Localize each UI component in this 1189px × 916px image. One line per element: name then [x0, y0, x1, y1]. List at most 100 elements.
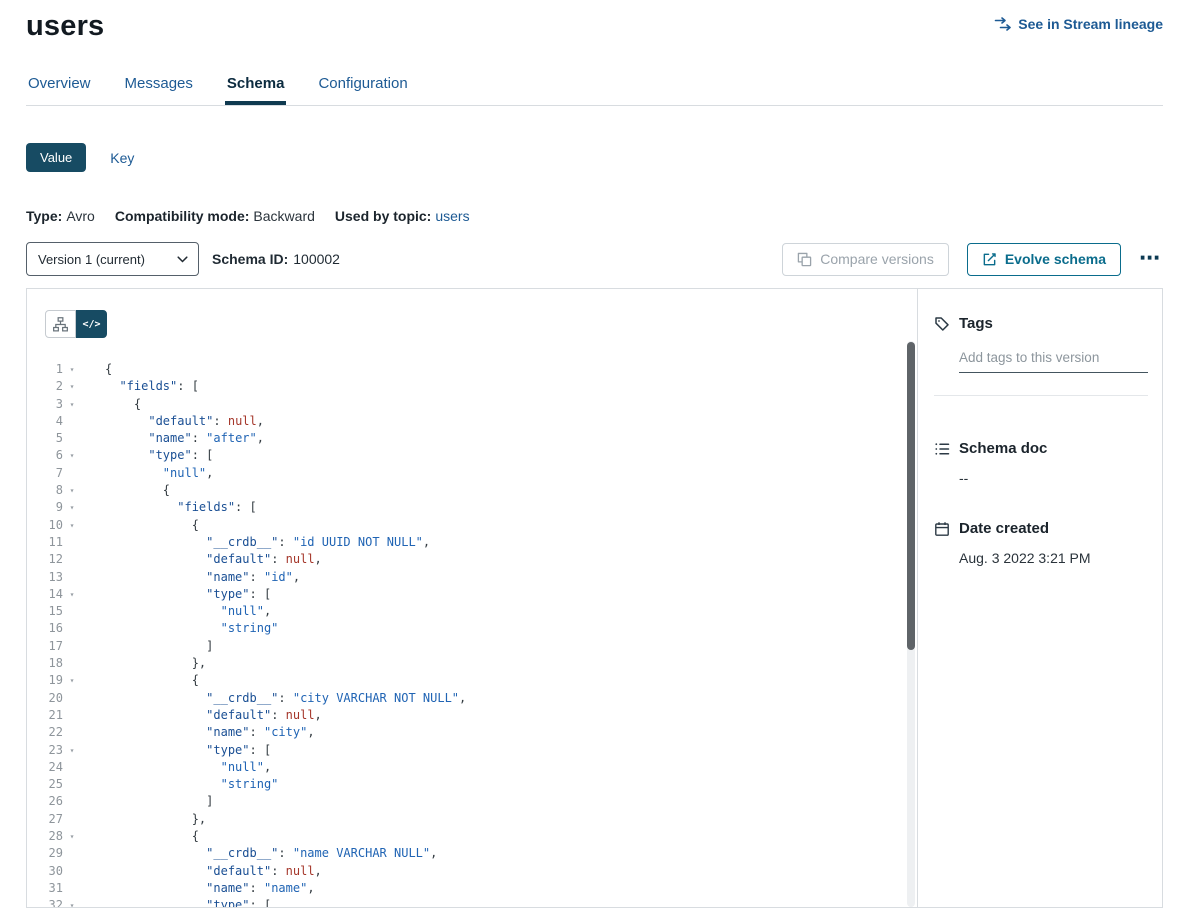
code-view-button[interactable]: </> — [76, 310, 107, 338]
code-text: "default": null, — [81, 551, 322, 568]
code-text: "default": null, — [81, 863, 322, 880]
line-number: 32 — [27, 897, 63, 907]
meta-compatibility: Compatibility mode:Backward — [115, 208, 315, 224]
line-number: 4 — [27, 413, 63, 430]
tree-view-button[interactable] — [45, 310, 76, 338]
version-select[interactable]: Version 1 (current) — [26, 242, 199, 276]
fold-gutter — [63, 638, 81, 655]
doc-list-icon — [934, 441, 950, 457]
fold-gutter — [63, 569, 81, 586]
fold-toggle-icon[interactable]: ▾ — [63, 742, 81, 759]
tab-configuration[interactable]: Configuration — [316, 75, 409, 105]
fold-toggle-icon[interactable]: ▾ — [63, 482, 81, 499]
line-number: 20 — [27, 690, 63, 707]
code-line: 28▾ { — [27, 828, 917, 845]
date-created-header: Date created — [934, 520, 1148, 537]
editor-scrollbar-thumb[interactable] — [907, 342, 915, 650]
tags-input[interactable] — [959, 348, 1148, 373]
tags-section: Tags — [934, 315, 1148, 396]
code-text: "default": null, — [81, 707, 322, 724]
fold-gutter — [63, 776, 81, 793]
fold-gutter — [63, 880, 81, 897]
topic-label: Used by topic: — [335, 208, 431, 224]
tabs: Overview Messages Schema Configuration — [26, 75, 1163, 106]
schema-panel: </> 1▾{2▾ "fields": [3▾ {4 "default": nu… — [26, 288, 1163, 908]
code-text: "string" — [81, 776, 278, 793]
chevron-down-icon — [177, 256, 188, 263]
fold-gutter — [63, 724, 81, 741]
fold-toggle-icon[interactable]: ▾ — [63, 828, 81, 845]
fold-gutter — [63, 759, 81, 776]
fold-toggle-icon[interactable]: ▾ — [63, 672, 81, 689]
fold-toggle-icon[interactable]: ▾ — [63, 378, 81, 395]
line-number: 17 — [27, 638, 63, 655]
schema-id: Schema ID:100002 — [212, 251, 340, 267]
tab-messages[interactable]: Messages — [123, 75, 195, 105]
code-text: }, — [81, 811, 206, 828]
code-line: 8▾ { — [27, 482, 917, 499]
code-text: "null", — [81, 465, 213, 482]
line-number: 31 — [27, 880, 63, 897]
evolve-schema-button[interactable]: Evolve schema — [967, 243, 1121, 276]
fold-gutter — [63, 811, 81, 828]
schema-doc-header: Schema doc — [934, 440, 1148, 457]
code-line: 1▾{ — [27, 361, 917, 378]
line-number: 5 — [27, 430, 63, 447]
code-line: 6▾ "type": [ — [27, 447, 917, 464]
fold-toggle-icon[interactable]: ▾ — [63, 447, 81, 464]
tree-view-icon — [53, 317, 68, 332]
date-created-value: Aug. 3 2022 3:21 PM — [959, 550, 1148, 566]
code-text: }, — [81, 655, 206, 672]
fold-toggle-icon[interactable]: ▾ — [63, 586, 81, 603]
fold-toggle-icon[interactable]: ▾ — [63, 517, 81, 534]
line-number: 13 — [27, 569, 63, 586]
fold-gutter — [63, 413, 81, 430]
code-line: 29 "__crdb__": "name VARCHAR NULL", — [27, 845, 917, 862]
code-text: { — [81, 482, 170, 499]
line-number: 25 — [27, 776, 63, 793]
tab-overview[interactable]: Overview — [26, 75, 93, 105]
code-text: "type": [ — [81, 447, 213, 464]
code-line: 12 "default": null, — [27, 551, 917, 568]
fold-gutter — [63, 620, 81, 637]
editor-scrollbar-track[interactable] — [907, 341, 915, 907]
line-number: 21 — [27, 707, 63, 724]
key-toggle-link[interactable]: Key — [110, 150, 134, 166]
fold-toggle-icon[interactable]: ▾ — [63, 897, 81, 907]
code-line: 18 }, — [27, 655, 917, 672]
line-number: 18 — [27, 655, 63, 672]
code-line: 24 "null", — [27, 759, 917, 776]
code-line: 2▾ "fields": [ — [27, 378, 917, 395]
value-toggle-button[interactable]: Value — [26, 143, 86, 172]
stream-lineage-link[interactable]: See in Stream lineage — [994, 16, 1163, 32]
line-number: 10 — [27, 517, 63, 534]
tag-icon — [934, 316, 950, 332]
code-text: "name": "after", — [81, 430, 264, 447]
fold-toggle-icon[interactable]: ▾ — [63, 361, 81, 378]
fold-gutter — [63, 551, 81, 568]
line-number: 24 — [27, 759, 63, 776]
schema-editor[interactable]: </> 1▾{2▾ "fields": [3▾ {4 "default": nu… — [27, 289, 918, 907]
page-title: users — [26, 10, 1163, 43]
fold-gutter — [63, 534, 81, 551]
code-line: 15 "null", — [27, 603, 917, 620]
fold-toggle-icon[interactable]: ▾ — [63, 396, 81, 413]
tab-schema[interactable]: Schema — [225, 75, 287, 105]
fold-gutter — [63, 845, 81, 862]
more-options-button[interactable]: ⋯ — [1137, 250, 1163, 268]
date-created-title: Date created — [959, 520, 1049, 537]
tags-header: Tags — [934, 315, 1148, 332]
code-line: 26 ] — [27, 793, 917, 810]
fold-toggle-icon[interactable]: ▾ — [63, 499, 81, 516]
editor-view-toggle: </> — [45, 310, 107, 338]
code-line: 30 "default": null, — [27, 863, 917, 880]
code-line: 11 "__crdb__": "id UUID NOT NULL", — [27, 534, 917, 551]
code-text: "type": [ — [81, 586, 271, 603]
schema-doc-value: -- — [959, 470, 1148, 486]
line-number: 26 — [27, 793, 63, 810]
compare-versions-button[interactable]: Compare versions — [782, 243, 949, 276]
fold-gutter — [63, 430, 81, 447]
line-number: 29 — [27, 845, 63, 862]
line-number: 28 — [27, 828, 63, 845]
topic-link[interactable]: users — [435, 208, 469, 224]
